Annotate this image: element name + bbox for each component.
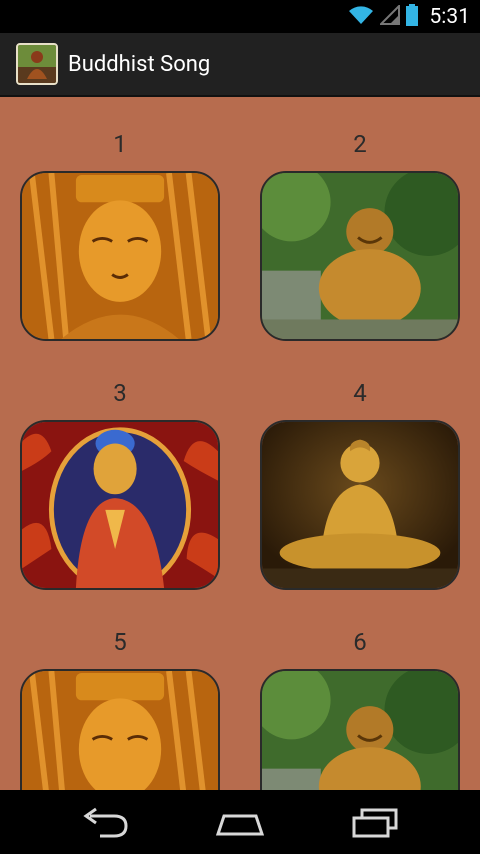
laughing-buddha-statue-image[interactable] <box>260 669 460 790</box>
item-number: 4 <box>353 379 367 407</box>
signal-icon <box>378 3 400 29</box>
buddha-flame-halo-image[interactable] <box>20 420 220 590</box>
grid-item-6[interactable]: 6 <box>260 627 460 790</box>
golden-buddha-face-image[interactable] <box>20 669 220 790</box>
grid-item-2[interactable]: 2 <box>260 129 460 341</box>
thumbnail-grid: 1 2 3 4 5 6 <box>0 97 480 790</box>
battery-icon <box>405 3 418 30</box>
app-title: Buddhist Song <box>68 51 211 77</box>
recents-icon[interactable] <box>344 804 404 840</box>
item-number: 2 <box>353 130 367 158</box>
wifi-icon <box>348 5 374 29</box>
item-number: 3 <box>113 379 127 407</box>
item-number: 1 <box>113 130 127 158</box>
navigation-bar <box>0 790 480 854</box>
grid-item-3[interactable]: 3 <box>20 378 220 590</box>
buddha-app-icon[interactable] <box>16 43 58 85</box>
laughing-buddha-statue-image[interactable] <box>260 171 460 341</box>
status-time: 5:31 <box>429 4 471 29</box>
back-icon[interactable] <box>76 804 136 840</box>
grid-item-5[interactable]: 5 <box>20 627 220 790</box>
status-bar: 5:31 <box>0 0 480 33</box>
grid-item-4[interactable]: 4 <box>260 378 460 590</box>
action-bar: Buddhist Song <box>0 33 480 97</box>
item-number: 6 <box>353 628 367 656</box>
seated-buddha-image[interactable] <box>260 420 460 590</box>
grid-item-1[interactable]: 1 <box>20 129 220 341</box>
golden-buddha-face-image[interactable] <box>20 171 220 341</box>
item-number: 5 <box>113 628 127 656</box>
home-icon[interactable] <box>210 804 270 840</box>
